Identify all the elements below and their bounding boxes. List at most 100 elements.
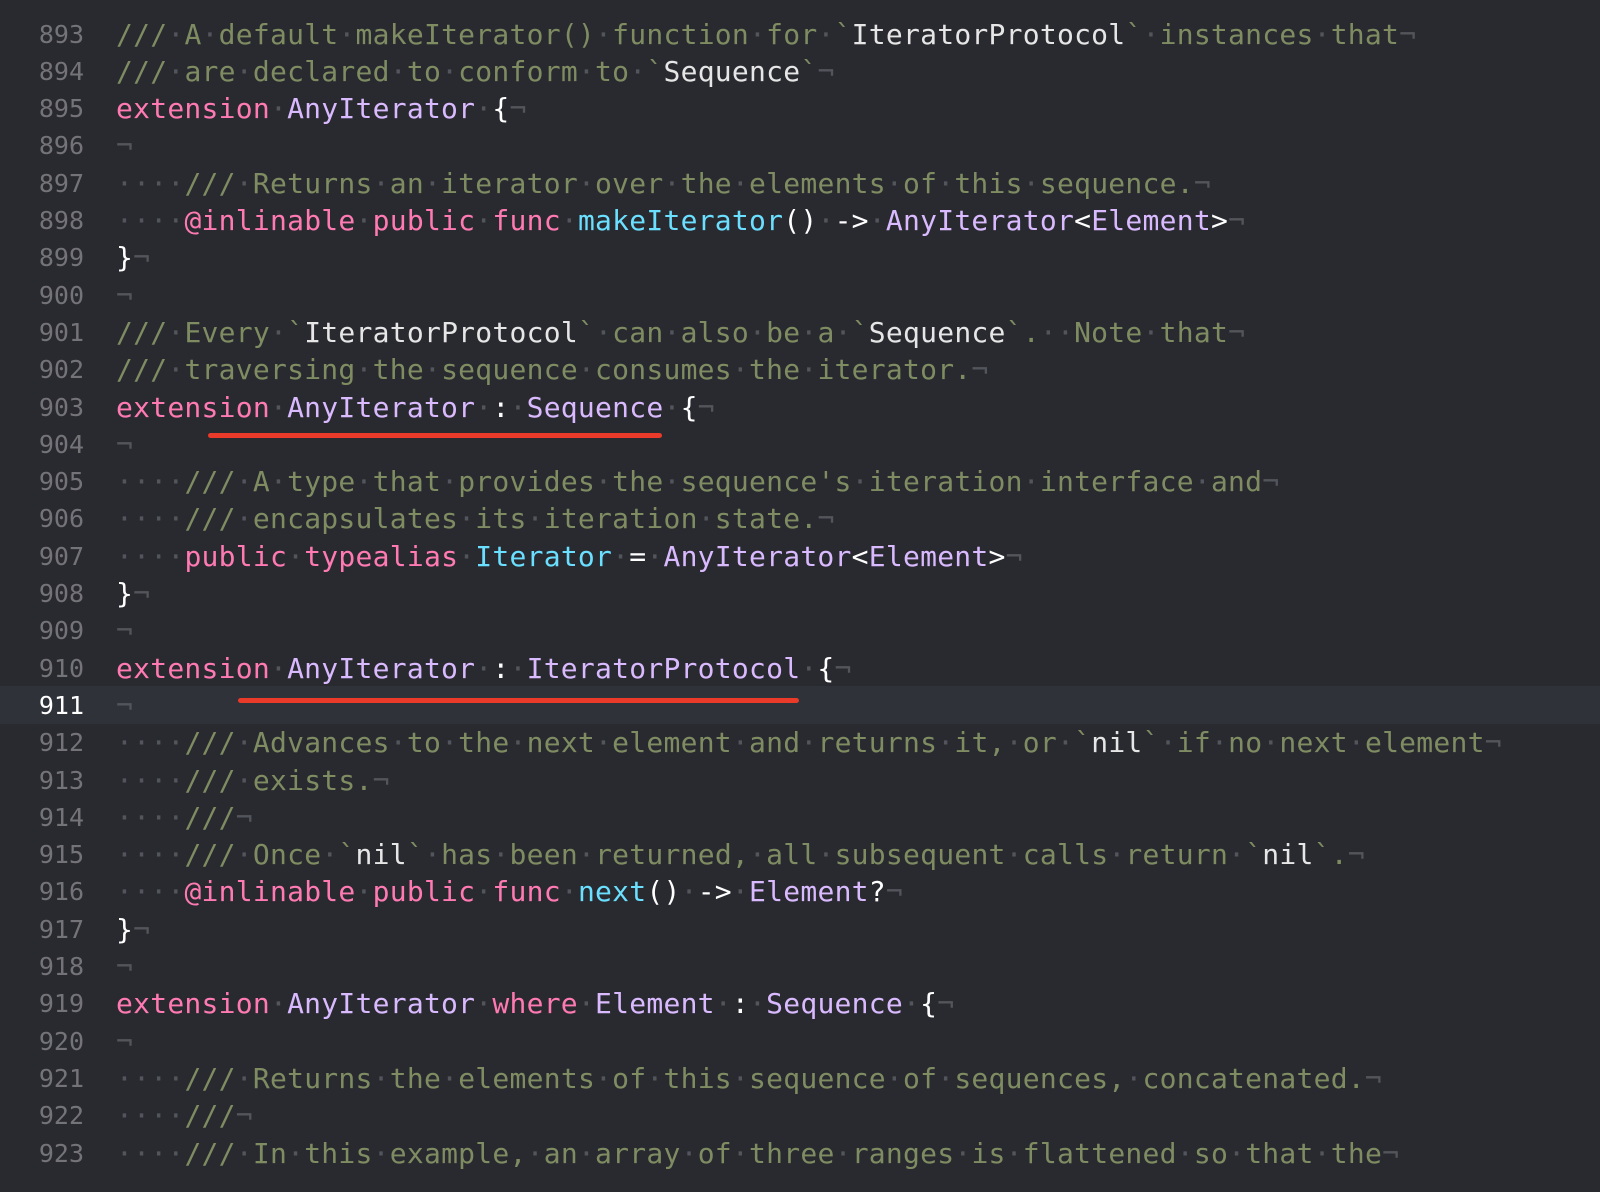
token-text: an <box>389 166 424 200</box>
token-text: /// <box>184 726 236 760</box>
token-text: Returns <box>252 1061 373 1095</box>
line-number: 911 <box>38 690 84 720</box>
token-pilcrow: ¬ <box>509 92 527 126</box>
code-editor[interactable]: 923 ····///·In·this·example,·an·array·of·… <box>0 0 1600 1192</box>
code-line[interactable]: 900 ¬ <box>0 276 1600 314</box>
code-line[interactable]: 910 extension·AnyIterator·:·IteratorProto… <box>0 649 1600 687</box>
line-number: 922 <box>38 1101 84 1131</box>
token-text: interface <box>1039 465 1194 499</box>
whitespace-dot: · <box>680 1136 698 1170</box>
token-text: Note <box>1074 315 1143 349</box>
code-text: ¬ <box>116 614 133 647</box>
token-ws: · <box>475 92 493 126</box>
token-comment: `.··Note·that <box>1006 316 1228 349</box>
whitespace-dot: · <box>577 54 596 88</box>
token-type: AnyIterator <box>287 390 476 424</box>
token-ws: · <box>646 539 664 573</box>
code-line[interactable]: 904 ¬ <box>0 425 1600 463</box>
whitespace-dot: · <box>1108 838 1126 872</box>
token-ws: ···· <box>116 166 185 200</box>
code-line[interactable]: 921 ····///·Returns·the·elements·of·this·… <box>0 1059 1600 1097</box>
whitespace-dot: · <box>526 1136 544 1170</box>
whitespace-dot: · <box>201 17 219 51</box>
token-text: traversing <box>184 353 356 387</box>
line-number: 916 <box>38 877 84 907</box>
code-line[interactable]: 909 ¬ <box>0 612 1600 650</box>
code-line[interactable]: 893///·A·default·makeIterator()·function… <box>0 15 1600 53</box>
token-text: element <box>612 726 732 760</box>
code-line[interactable]: 899}¬ <box>0 239 1600 277</box>
token-type: Element <box>868 539 989 573</box>
token-text: conform <box>458 54 578 88</box>
code-line[interactable]: 918 ¬ <box>0 948 1600 986</box>
line-number: 905 <box>38 467 84 497</box>
token-text: subsequent <box>834 838 1006 872</box>
token-text: concatenated. <box>1142 1061 1365 1095</box>
code-line[interactable]: 914 ····///¬ <box>0 798 1600 836</box>
line-number: 893 <box>38 19 84 49</box>
code-line[interactable]: 907 ····public·typealias·Iterator·=·AnyIt… <box>0 537 1600 575</box>
code-line[interactable]: 894///·are·declared·to·conform·to·`Seque… <box>0 52 1600 90</box>
code-line[interactable]: 895 extension·AnyIterator·{¬ <box>0 90 1600 128</box>
code-text: ¬ <box>116 428 133 461</box>
token-text: /// <box>184 465 236 499</box>
token-text: ` <box>1245 838 1263 872</box>
whitespace-dot: · <box>851 465 869 499</box>
token-comment: ///·Returns·an·iterator·over·the·element… <box>184 167 1193 200</box>
token-ws: · <box>577 987 596 1021</box>
code-line[interactable]: 917}¬ <box>0 910 1600 948</box>
line-number: 907 <box>38 541 84 571</box>
token-text: flattened <box>1022 1136 1177 1170</box>
token-ws: · <box>475 987 493 1021</box>
code-line[interactable]: 916 ····@inlinable·public·func·next()·->·… <box>0 873 1600 911</box>
code-line[interactable]: 898 ····@inlinable·public·func·makeIterat… <box>0 202 1600 240</box>
token-plain: > <box>988 539 1006 573</box>
code-line[interactable]: 897 ····///·Returns·an·iterator·over·the·… <box>0 164 1600 202</box>
token-pilcrow: ¬ <box>834 651 852 685</box>
token-text: that <box>1245 1136 1314 1170</box>
token-text: ` <box>851 315 869 349</box>
token-keyword: public <box>184 539 288 573</box>
code-line[interactable]: 912 ····///·Advances·to·the·next·element·… <box>0 724 1600 762</box>
token-text: Advances <box>252 726 390 760</box>
whitespace-dot: · <box>235 726 253 760</box>
token-text: the <box>458 726 510 760</box>
code-line[interactable]: 905 ····///·A·type·that·provides·the·sequ… <box>0 463 1600 501</box>
token-text: sequence <box>441 353 578 387</box>
whitespace-dot: · <box>1005 1136 1023 1170</box>
token-text: /// <box>116 353 168 387</box>
code-line[interactable]: 902///·traversing·the·sequence·consumes·… <box>0 351 1600 389</box>
code-line[interactable]: 920 ¬ <box>0 1022 1600 1060</box>
code-line[interactable]: 901///·Every·`IteratorProtocol`·can·also… <box>0 313 1600 351</box>
whitespace-dot: · <box>1142 17 1160 51</box>
line-number: 902 <box>38 355 84 385</box>
code-line[interactable]: 922 ····///¬ <box>0 1097 1600 1135</box>
token-text: -> <box>834 204 869 237</box>
whitespace-dot: · <box>372 166 390 200</box>
whitespace-dot: · <box>1176 1136 1194 1170</box>
code-line[interactable]: 919 extension·AnyIterator·where·Element·:… <box>0 985 1600 1023</box>
whitespace-dot: · <box>389 726 407 760</box>
token-type: Element <box>595 987 715 1021</box>
token-text: /// <box>184 1061 236 1095</box>
whitespace-dot: · <box>1313 17 1331 51</box>
token-pilcrow: ¬ <box>116 950 134 983</box>
token-text: can <box>612 315 664 349</box>
whitespace-dot: · <box>595 1061 613 1095</box>
token-ws: ···· <box>116 800 185 834</box>
code-line[interactable]: 896 ¬ <box>0 127 1600 165</box>
whitespace-dot: · <box>1005 726 1023 760</box>
code-line[interactable]: 915 ····///·Once·`nil`·has·been·returned,… <box>0 836 1600 874</box>
token-pilcrow: ¬ <box>1228 204 1246 237</box>
code-line[interactable]: 913 ····///·exists.¬ <box>0 761 1600 799</box>
token-plain: : <box>731 987 750 1021</box>
code-line[interactable]: 906 ····///·encapsulates·its·iteration·st… <box>0 500 1600 538</box>
code-line[interactable]: 908}¬ <box>0 575 1600 613</box>
whitespace-dot: · <box>731 726 750 760</box>
token-text: and <box>1210 465 1263 499</box>
code-line[interactable]: 923 ····///·In·this·example,·an·array·of·… <box>0 1134 1600 1172</box>
code-line[interactable]: 903 extension·AnyIterator·:·Sequence·{¬ <box>0 388 1600 426</box>
code-line[interactable]: 911 ¬ <box>0 686 1600 725</box>
whitespace-dot: · <box>885 166 903 200</box>
token-comment: `·can·also·be·a·` <box>578 316 869 349</box>
